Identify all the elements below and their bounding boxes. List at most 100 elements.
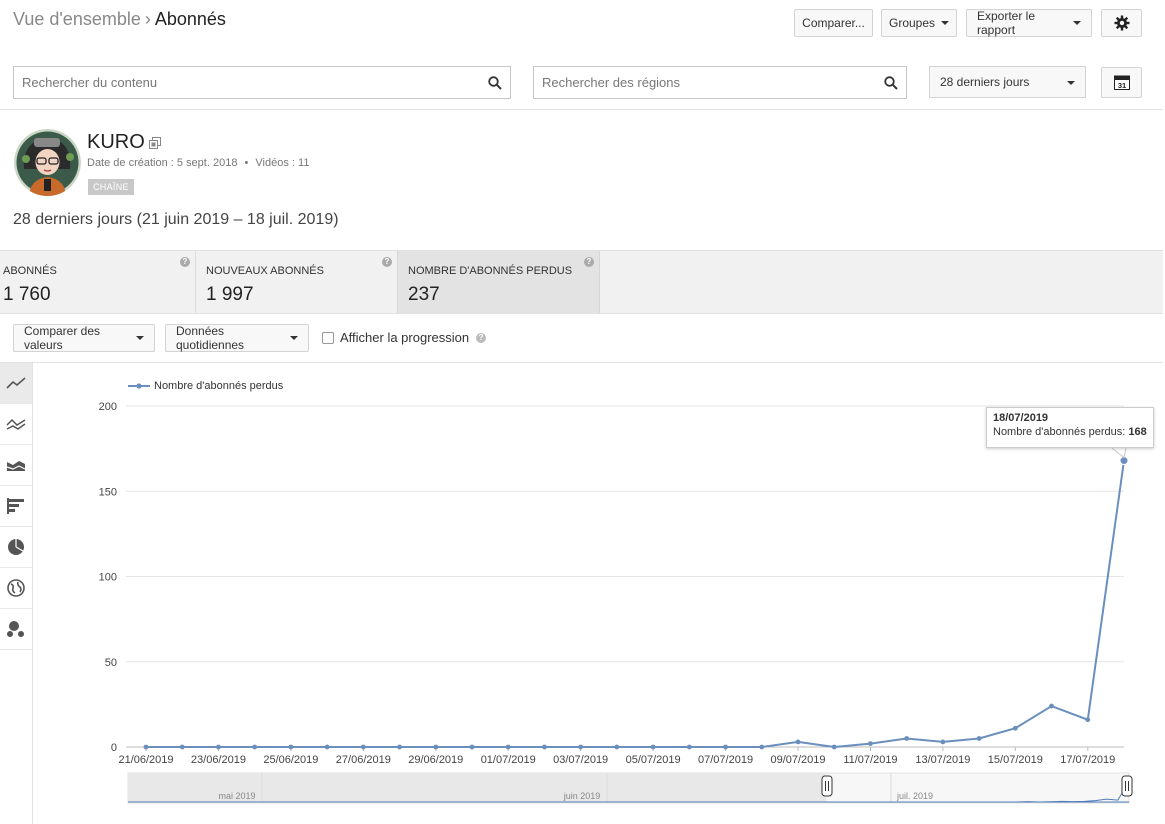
y-tick-label: 100 [99,572,117,584]
tooltip-line: Nombre d'abonnés perdus: 168 [993,426,1147,438]
compare-values-label: Comparer des valeurs [24,324,101,352]
multi-line-icon [6,418,26,430]
avatar [14,129,81,196]
pie-chart-tool[interactable] [0,527,32,568]
metric-tab-lost-subscribers[interactable]: NOMBRE D'ABONNÉS PERDUS 237 ? [397,251,600,313]
chevron-down-icon [290,336,298,340]
granularity-button[interactable]: Données quotidiennes [165,324,309,352]
channel-name: KURO [87,131,145,153]
search-icon[interactable] [480,68,510,98]
content-search-input[interactable] [22,75,480,90]
navigator-label: juin 2019 [563,791,601,801]
compare-values-button[interactable]: Comparer des valeurs [13,324,155,352]
show-progress-checkbox[interactable] [322,331,334,344]
data-point [614,744,620,750]
channel-meta: Date de création : 5 sept. 2018 • Vidéos… [87,157,309,169]
regions-search-input[interactable] [542,75,876,90]
data-point [940,739,946,745]
chart-tooltip: 18/07/2019 Nombre d'abonnés perdus: 168 [986,407,1154,448]
data-point [1085,717,1091,723]
export-report-button[interactable]: Exporter le rapport [966,9,1092,37]
breadcrumb: Vue d'ensemble › Abonnés [13,9,226,30]
data-point [686,744,692,750]
compare-button[interactable]: Comparer... [794,9,873,37]
calendar-icon: 31 [1113,75,1130,90]
bubble-chart-icon [7,621,24,637]
open-external-icon[interactable] [149,136,161,154]
x-tick-label: 11/07/2019 [843,754,897,766]
metric-tab-new-subscribers[interactable]: NOUVEAUX ABONNÉS 1 997 ? [203,251,397,313]
data-point [831,744,837,750]
date-range-select[interactable]: 28 derniers jours [929,66,1086,98]
data-point [1012,725,1018,731]
data-point [795,739,801,745]
line-chart-tool[interactable] [0,363,32,404]
help-icon[interactable]: ? [180,257,190,267]
data-point [360,744,366,750]
channel-created: Date de création : 5 sept. 2018 [87,157,238,169]
metric-tab-subscribers[interactable]: ABONNÉS 1 760 ? [0,251,195,313]
metric-value: 237 [408,284,440,305]
stacked-area-tool[interactable] [0,445,32,486]
metric-label: NOUVEAUX ABONNÉS [206,265,324,277]
x-tick-label: 05/07/2019 [626,754,681,766]
tooltip-date: 18/07/2019 [993,412,1049,424]
tooltip-label: Nombre d'abonnés perdus: [993,426,1126,438]
date-range-value: 28 derniers jours [940,75,1030,89]
channel-badge: CHAÎNE [88,179,134,195]
geo-map-tool[interactable] [0,568,32,609]
multi-line-tool[interactable] [0,404,32,445]
search-icon[interactable] [876,68,906,98]
meta-separator: • [244,157,249,169]
data-point [904,736,910,741]
regions-search-box [533,66,907,99]
x-tick-label: 09/07/2019 [770,754,825,766]
breadcrumb-parent-link[interactable]: Vue d'ensemble [13,9,141,29]
compare-button-label: Comparer... [802,16,865,30]
data-point [868,741,873,746]
y-tick-label: 0 [111,742,117,754]
data-point [542,744,547,750]
help-icon[interactable]: ? [382,257,392,267]
metric-label: NOMBRE D'ABONNÉS PERDUS [408,265,573,277]
x-tick-label: 27/06/2019 [336,754,391,766]
line-chart-icon [6,377,26,389]
x-tick-label: 23/06/2019 [191,754,246,766]
metric-value: 1 760 [3,284,51,305]
globe-icon [7,579,25,597]
metrics-bar: ABONNÉS 1 760 ? NOUVEAUX ABONNÉS 1 997 ?… [0,250,1163,314]
bar-chart-icon [7,498,24,514]
chart-type-toolbar [0,363,33,824]
navigator-handle[interactable] [1121,775,1133,797]
settings-button[interactable] [1101,9,1142,37]
channel-video-count: Vidéos : 11 [255,157,310,169]
calendar-day: 31 [1117,81,1125,90]
bar-chart-tool[interactable] [0,486,32,527]
show-progress-control: Afficher la progression ? [322,330,487,345]
data-point [976,736,982,741]
data-point [179,744,185,750]
export-button-label: Exporter le rapport [977,9,1036,37]
x-tick-label: 15/07/2019 [988,754,1043,766]
navigator-handle[interactable] [821,775,833,797]
data-point [216,744,221,750]
help-icon[interactable]: ? [476,332,487,343]
header-divider [0,109,1163,110]
pie-chart-icon [8,539,24,555]
x-tick-label: 17/07/2019 [1060,754,1115,766]
data-point [505,744,511,750]
help-icon[interactable]: ? [584,257,594,267]
bubble-chart-tool[interactable] [0,609,32,650]
chevron-down-icon [941,21,950,25]
chevron-down-icon [1073,21,1081,25]
calendar-button[interactable]: 31 [1101,67,1142,98]
show-progress-label[interactable]: Afficher la progression [340,330,469,345]
content-search-box [13,66,511,99]
data-point [397,744,402,750]
gear-icon [1114,15,1129,31]
tooltip-value: 168 [1128,426,1147,438]
data-point [252,744,258,750]
data-point [433,744,439,750]
groups-button[interactable]: Groupes [881,9,957,37]
data-point [1049,703,1054,709]
